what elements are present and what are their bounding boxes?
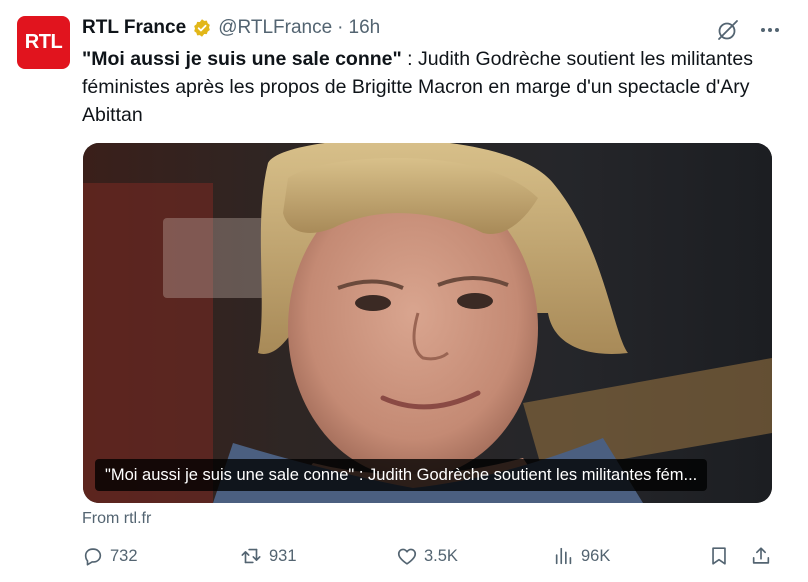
repost-count: 931 [269, 546, 297, 565]
tweet-text: "Moi aussi je suis une sale conne" : Jud… [82, 45, 772, 129]
separator: · [337, 17, 344, 38]
tweet-header: RTL France @RTLFrance · 16h [82, 16, 380, 40]
timestamp[interactable]: 16h [349, 17, 381, 39]
reply-button[interactable]: 732 [82, 545, 138, 567]
like-count: 3.5K [424, 546, 458, 565]
reply-icon [84, 548, 102, 566]
repost-icon [241, 548, 261, 564]
bookmark-icon [712, 547, 726, 565]
reply-count: 732 [110, 546, 138, 565]
view-count: 96K [581, 546, 611, 565]
repost-button[interactable]: 931 [239, 545, 297, 567]
like-button[interactable]: 3.5K [396, 545, 458, 567]
share-icon [752, 547, 770, 564]
top-actions [716, 18, 782, 42]
more-icon[interactable] [758, 18, 782, 42]
share-button[interactable] [750, 545, 772, 567]
avatar[interactable]: RTL [17, 16, 70, 69]
tweet-quote: "Moi aussi je suis une sale conne" [82, 48, 402, 70]
views-icon [555, 547, 572, 565]
handle[interactable]: @RTLFrance [218, 17, 332, 39]
card-caption: "Moi aussi je suis une sale conne" : Jud… [95, 459, 708, 491]
link-card[interactable]: "Moi aussi je suis une sale conne" : Jud… [83, 143, 772, 503]
bookmark-button[interactable] [708, 545, 730, 567]
rtl-logo: RTL [24, 31, 63, 53]
article-photo [83, 143, 772, 503]
card-source[interactable]: From rtl.fr [82, 510, 151, 528]
like-icon [397, 548, 417, 565]
views-button[interactable]: 96K [553, 545, 610, 567]
grok-icon[interactable] [716, 18, 740, 42]
action-bar: 732 931 3.5K 96K [82, 545, 772, 575]
verified-badge-icon[interactable] [192, 18, 212, 38]
display-name[interactable]: RTL France [82, 17, 186, 39]
